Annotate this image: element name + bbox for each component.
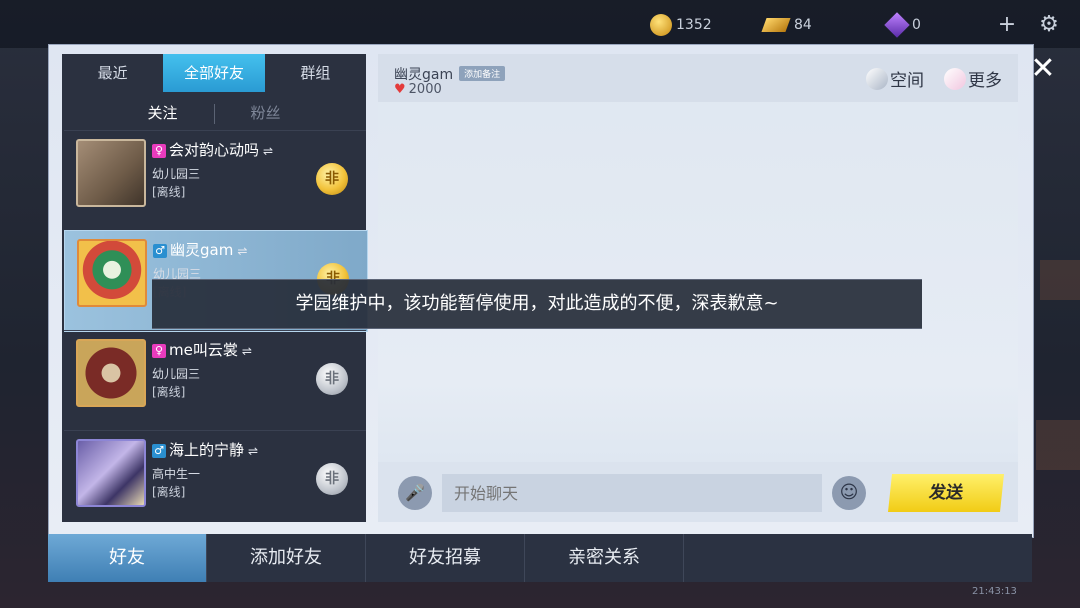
list-item[interactable]: ♀ me叫云裳 ⇌ 幼儿园三 [离线] 非 <box>64 330 366 431</box>
follow-mutual-icon: ⇌ <box>241 344 252 358</box>
side-decoration <box>1036 420 1080 470</box>
bar-counter: 84 <box>761 14 812 36</box>
more-button[interactable]: 更多 <box>944 66 1002 91</box>
avatar <box>77 239 147 307</box>
friends-tabs: 最近 全部好友 群组 <box>62 54 366 92</box>
list-item[interactable]: ♂ 海上的宁静 ⇌ 高中生一 [离线] 非 <box>64 430 366 531</box>
friend-status: [离线] <box>152 485 186 499</box>
gem-icon <box>884 12 910 38</box>
coin-counter: 1352 <box>650 14 712 36</box>
gem-counter: 0 <box>884 12 921 38</box>
bottom-nav: 好友 添加好友 好友招募 亲密关系 <box>48 534 1032 582</box>
maintenance-toast: 学园维护中，该功能暂停使用，对此造成的不便，深表歉意~ <box>152 279 922 329</box>
friend-name: ♂ 海上的宁静 ⇌ <box>152 439 258 460</box>
follow-mutual-icon: ⇌ <box>263 144 274 158</box>
female-icon: ♀ <box>152 144 166 158</box>
friend-status: [离线] <box>152 185 186 199</box>
avatar <box>76 439 146 507</box>
coin-icon <box>650 14 672 36</box>
side-decoration <box>1040 260 1080 300</box>
rank-medal-icon: 非 <box>316 463 348 495</box>
gold-bar-icon <box>761 18 791 32</box>
intimacy-value: ♥ 2000 <box>394 82 442 97</box>
toast-message: 学园维护中，该功能暂停使用，对此造成的不便，深表歉意~ <box>295 293 779 314</box>
friend-name: ♂ 幽灵gam ⇌ <box>153 239 247 260</box>
follow-mutual-icon: ⇌ <box>237 244 248 258</box>
friend-name: ♀ 会对韵心动吗 ⇌ <box>152 139 273 160</box>
nav-friend-recruit[interactable]: 好友招募 <box>366 534 525 582</box>
subtab-fans[interactable]: 粉丝 <box>251 102 281 126</box>
emoji-icon[interactable]: ☺ <box>832 476 866 510</box>
avatar <box>76 139 146 207</box>
tab-recent[interactable]: 最近 <box>62 54 163 92</box>
tab-all-friends[interactable]: 全部好友 <box>163 54 265 92</box>
chat-input[interactable] <box>442 474 822 512</box>
add-remark-button[interactable]: 添加备注 <box>459 66 506 81</box>
nav-intimacy[interactable]: 亲密关系 <box>525 534 684 582</box>
subtab-divider <box>213 104 215 124</box>
avatar <box>76 339 146 407</box>
send-button[interactable]: 发送 <box>888 474 1004 512</box>
microphone-icon[interactable]: 🎤 <box>398 476 432 510</box>
close-icon[interactable]: ✕ <box>1026 52 1060 86</box>
chat-friend-name: 幽灵gam 添加备注 <box>394 64 506 84</box>
chat-header: 幽灵gam 添加备注 ♥ 2000 空间 更多 <box>378 54 1018 102</box>
nav-add-friend[interactable]: 添加好友 <box>207 534 366 582</box>
gear-icon[interactable]: ⚙ <box>1036 12 1062 38</box>
list-item[interactable]: ♀ 会对韵心动吗 ⇌ 幼儿园三 [离线] 非 <box>64 130 366 231</box>
top-hud: 1352 84 0 + ⚙ <box>0 0 1080 48</box>
follow-subtabs: 关注 粉丝 <box>62 102 366 126</box>
clock: 21:43:13 <box>972 586 1017 597</box>
more-icon <box>944 67 966 90</box>
rank-medal-icon: 非 <box>316 163 348 195</box>
subtab-following[interactable]: 关注 <box>147 102 177 126</box>
friend-name: ♀ me叫云裳 ⇌ <box>152 339 252 360</box>
friend-status: [离线] <box>152 385 186 399</box>
friend-school: 高中生一 <box>152 467 201 481</box>
friend-school: 幼儿园三 <box>152 167 201 181</box>
space-button[interactable]: 空间 <box>866 66 924 91</box>
female-icon: ♀ <box>152 344 166 358</box>
follow-mutual-icon: ⇌ <box>248 444 259 458</box>
tab-groups[interactable]: 群组 <box>265 54 366 92</box>
plus-icon[interactable]: + <box>994 12 1020 38</box>
male-icon: ♂ <box>152 444 166 458</box>
space-icon <box>866 67 888 90</box>
rank-medal-icon: 非 <box>316 363 348 395</box>
friend-school: 幼儿园三 <box>152 367 201 381</box>
heart-icon: ♥ <box>394 82 406 97</box>
chat-input-bar: 🎤 ☺ 发送 <box>378 462 1018 522</box>
male-icon: ♂ <box>153 244 167 258</box>
nav-friends[interactable]: 好友 <box>48 534 207 582</box>
